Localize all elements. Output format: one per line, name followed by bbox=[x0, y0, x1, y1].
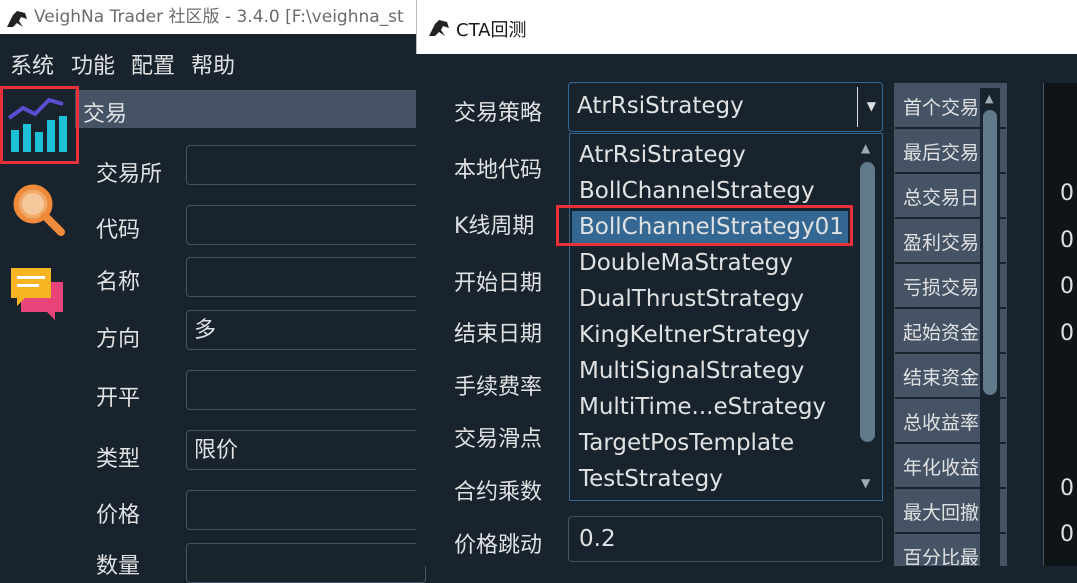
vt-symbol-label: 本地代码 bbox=[454, 158, 543, 183]
chevron-down-icon[interactable]: ▼ bbox=[867, 99, 876, 113]
stat-label: 最大回撤 bbox=[903, 502, 980, 524]
stat-value: 0 bbox=[1060, 522, 1074, 547]
stat-label: 总交易日 bbox=[903, 187, 980, 209]
stat-label: 首个交易 bbox=[903, 97, 980, 119]
price-input[interactable] bbox=[186, 490, 426, 530]
strategy-combo[interactable]: AtrRsiStrategy ▼ bbox=[568, 82, 883, 132]
menu-config[interactable]: 配置 bbox=[131, 48, 175, 80]
sidebar-chat-button[interactable] bbox=[3, 256, 71, 324]
dropdown-option[interactable]: BollChannelStrategy bbox=[579, 175, 815, 207]
main-window-title: VeighNa Trader 社区版 - 3.4.0 [F:\veighna_s… bbox=[34, 7, 404, 27]
pricetick-input[interactable]: 0.2 bbox=[568, 516, 883, 562]
stats-scrollbar-thumb[interactable] bbox=[983, 110, 997, 395]
cta-window-titlebar: CTA回测 bbox=[416, 0, 1077, 54]
stat-value: 0 bbox=[1060, 228, 1074, 253]
main-window-titlebar: VeighNa Trader 社区版 - 3.4.0 [F:\veighna_s… bbox=[0, 0, 416, 34]
type-label: 类型 bbox=[96, 447, 141, 472]
stat-label: 最后交易 bbox=[903, 142, 980, 164]
volume-input[interactable] bbox=[186, 543, 426, 583]
strategy-label: 交易策略 bbox=[454, 101, 543, 126]
stat-value: 0 bbox=[1060, 181, 1074, 206]
offset-combo[interactable] bbox=[186, 370, 426, 410]
combo-divider bbox=[857, 87, 858, 127]
stat-label: 亏损交易 bbox=[903, 277, 980, 299]
direction-label: 方向 bbox=[96, 327, 141, 352]
end-date-label: 结束日期 bbox=[454, 322, 543, 347]
pricetick-label: 价格跳动 bbox=[454, 533, 543, 558]
stat-label: 结束资金 bbox=[903, 367, 980, 389]
dropdown-option[interactable]: MultiTime...eStrategy bbox=[579, 391, 826, 423]
dropdown-scrollbar-thumb[interactable] bbox=[860, 162, 875, 442]
trade-panel-header: 交易 bbox=[75, 90, 416, 128]
cta-window-title: CTA回测 bbox=[456, 20, 527, 41]
menu-help[interactable]: 帮助 bbox=[191, 48, 235, 80]
stat-label: 盈利交易 bbox=[903, 232, 980, 254]
slippage-label: 交易滑点 bbox=[454, 427, 543, 452]
size-label: 合约乘数 bbox=[454, 480, 543, 505]
exchange-label: 交易所 bbox=[96, 162, 163, 187]
symbol-input[interactable] bbox=[186, 205, 426, 245]
dropdown-highlight-box bbox=[556, 205, 853, 246]
dropdown-option[interactable]: TestStrategy bbox=[579, 463, 723, 495]
interval-label: K线周期 bbox=[454, 214, 535, 239]
scroll-up-icon[interactable]: ▲ bbox=[985, 92, 993, 105]
pricetick-value: 0.2 bbox=[579, 526, 616, 552]
stat-value: 0 bbox=[1060, 321, 1074, 346]
order-type-combo[interactable]: 限价 bbox=[186, 430, 426, 470]
stat-value: 0 bbox=[1060, 476, 1074, 501]
stat-label: 年化收益 bbox=[903, 457, 980, 479]
stat-value: 0 bbox=[1060, 274, 1074, 299]
sidebar-highlight-box bbox=[0, 86, 79, 164]
chat-icon bbox=[3, 268, 71, 328]
direction-combo[interactable]: 多 bbox=[186, 310, 426, 350]
name-field bbox=[186, 257, 426, 297]
main-menubar: 系统 功能 配置 帮助 bbox=[0, 34, 416, 89]
start-date-label: 开始日期 bbox=[454, 271, 543, 296]
stat-label: 总收益率 bbox=[903, 412, 980, 434]
sidebar-search-button[interactable] bbox=[3, 176, 71, 244]
dropdown-option[interactable]: MultiSignalStrategy bbox=[579, 355, 804, 387]
scroll-up-icon[interactable]: ▲ bbox=[861, 141, 870, 155]
exchange-combo[interactable] bbox=[186, 145, 426, 185]
symbol-label: 代码 bbox=[96, 218, 141, 243]
cta-logo-icon bbox=[427, 18, 451, 43]
price-label: 价格 bbox=[96, 503, 141, 528]
dropdown-option[interactable]: AtrRsiStrategy bbox=[579, 139, 746, 171]
dropdown-option[interactable]: DoubleMaStrategy bbox=[579, 247, 793, 279]
scroll-down-icon[interactable]: ▼ bbox=[861, 476, 870, 490]
dropdown-option[interactable]: KingKeltnerStrategy bbox=[579, 319, 810, 351]
trade-panel-title: 交易 bbox=[83, 102, 128, 127]
search-icon bbox=[3, 184, 71, 248]
name-label: 名称 bbox=[96, 270, 141, 295]
dropdown-option[interactable]: DualThrustStrategy bbox=[579, 283, 804, 315]
strategy-combo-value: AtrRsiStrategy bbox=[577, 93, 744, 119]
menu-system[interactable]: 系统 bbox=[10, 48, 54, 80]
rate-label: 手续费率 bbox=[454, 375, 543, 400]
dropdown-option[interactable]: TargetPosTemplate bbox=[579, 427, 794, 459]
menu-function[interactable]: 功能 bbox=[71, 48, 115, 80]
stat-label: 百分比最 bbox=[903, 547, 980, 566]
volume-label: 数量 bbox=[96, 554, 141, 579]
app-logo-icon bbox=[5, 7, 29, 34]
offset-label: 开平 bbox=[96, 386, 141, 411]
strategy-dropdown-list: AtrRsiStrategy BollChannelStrategy BollC… bbox=[569, 133, 883, 501]
stat-label: 起始资金 bbox=[903, 322, 980, 344]
